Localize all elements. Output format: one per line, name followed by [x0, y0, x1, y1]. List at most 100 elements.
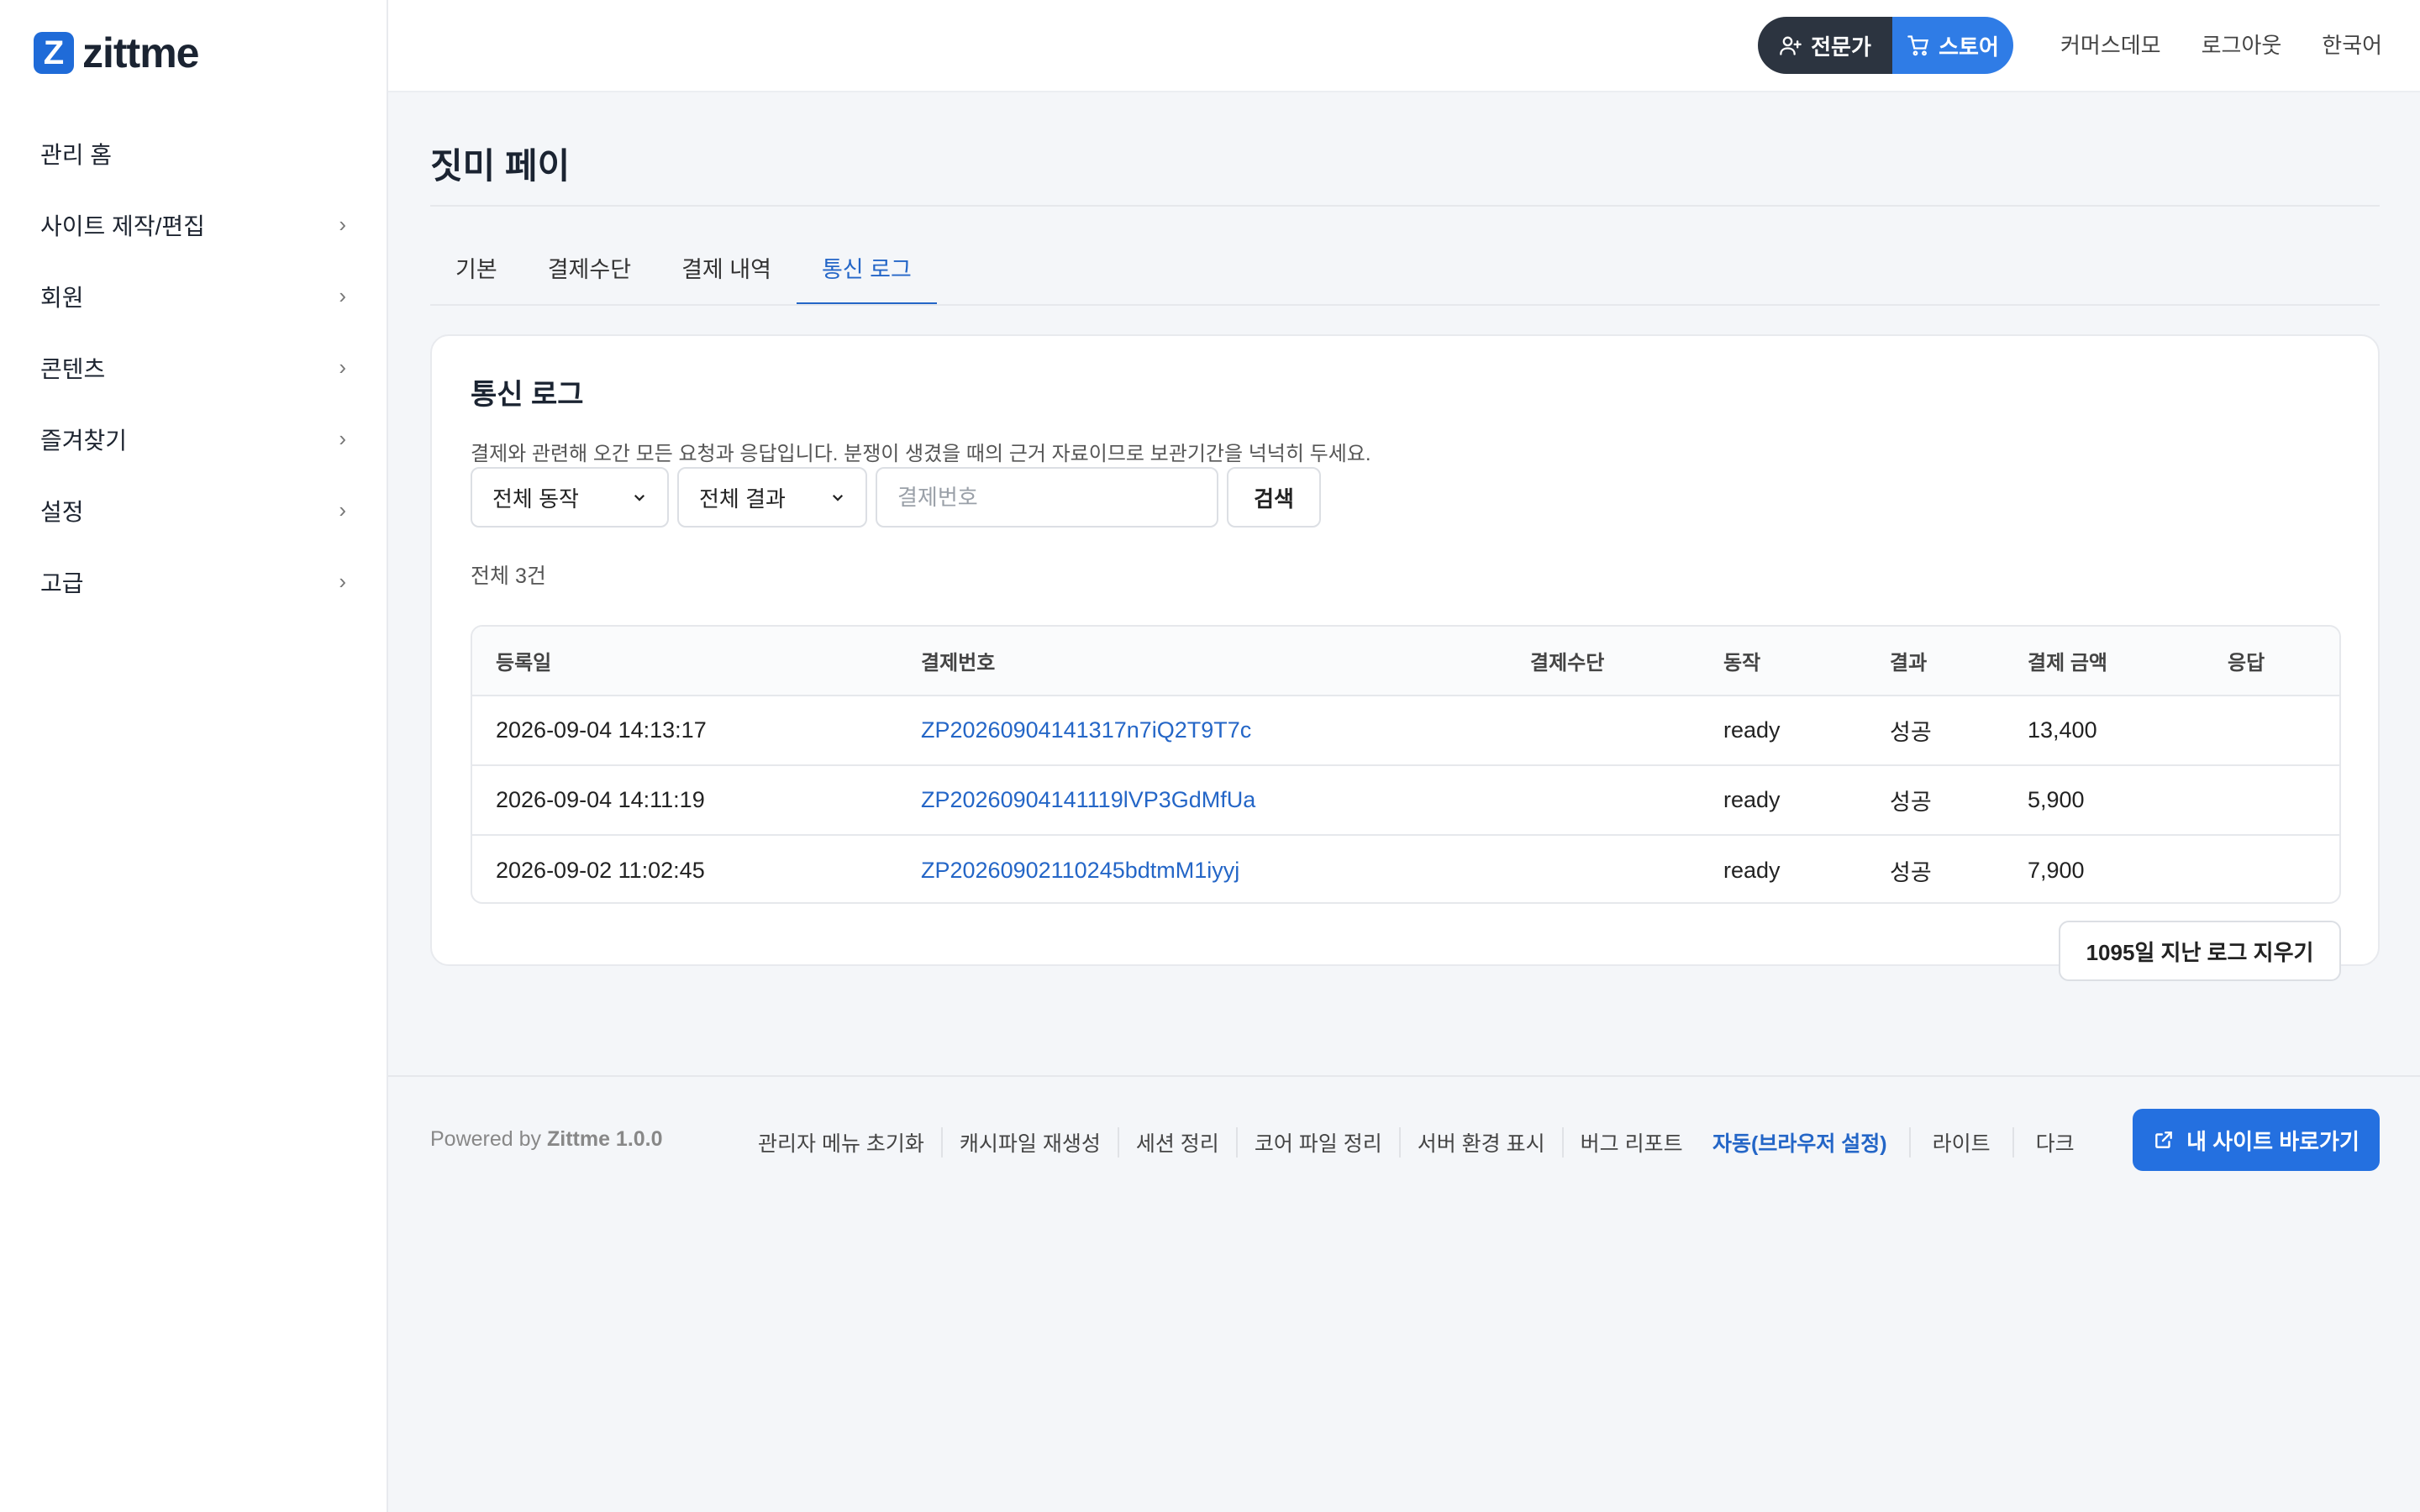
payment-id-link[interactable]: ZP20260904141317n7iQ2T9T7c: [921, 717, 1251, 743]
divider: [430, 205, 2380, 207]
divider: [430, 304, 2380, 306]
cell-response: [2204, 835, 2339, 902]
footer: Powered by Zittme 1.0.0 관리자 메뉴 초기화 캐시파일 …: [430, 1105, 2380, 1173]
sidebar-item-label: 콘텐츠: [40, 355, 106, 382]
log-table: 등록일 결제번호 결제수단 동작 결과 결제 금액 응답 2026-09-04 …: [471, 625, 2341, 904]
cell-action: ready: [1723, 787, 1781, 812]
sidebar-item-site-builder[interactable]: 사이트 제작/편집 ›: [0, 189, 387, 260]
action-filter-select[interactable]: 전체 동작: [471, 467, 669, 528]
page-title: 짓미 페이: [430, 146, 571, 186]
sidebar-item-admin-home[interactable]: 관리 홈: [0, 118, 387, 189]
log-card: 통신 로그 결제와 관련해 오간 모든 요청과 응답입니다. 분쟁이 생겼을 때…: [430, 334, 2380, 981]
user-plus-icon: [1779, 34, 1802, 57]
cart-icon: [1907, 34, 1930, 57]
cell-payment-id: ZP20260902110245bdtmM1iyyj: [897, 835, 1507, 902]
tab-basic[interactable]: 기본: [430, 249, 523, 306]
sidebar-nav: 관리 홈 사이트 제작/편집 › 회원 › 콘텐츠 › 즐겨찾기 › 설정 › …: [0, 118, 387, 617]
cell-date: 2026-09-04 14:11:19: [496, 787, 705, 812]
reset-admin-menu-link[interactable]: 관리자 메뉴 초기화: [741, 1127, 943, 1158]
sidebar-item-label: 설정: [40, 498, 84, 525]
store-label: 스토어: [1939, 34, 1999, 60]
card-description: 결제와 관련해 오간 모든 요청과 응답입니다. 분쟁이 생겼을 때의 근거 자…: [471, 443, 1371, 465]
result-filter-select[interactable]: 전체 결과: [677, 467, 867, 528]
sidebar-item-content[interactable]: 콘텐츠 ›: [0, 332, 387, 403]
bug-report-link[interactable]: 버그 리포트: [1564, 1127, 1700, 1158]
tab-communication-log[interactable]: 통신 로그: [796, 249, 937, 306]
role-switch: 전문가 스토어: [1758, 17, 2013, 74]
commerce-demo-link[interactable]: 커머스데모: [2060, 29, 2161, 60]
cell-amount: 5,900: [2028, 787, 2085, 812]
external-link-icon: [2153, 1129, 2175, 1151]
cell-method: [1507, 765, 1700, 835]
store-mode-button[interactable]: 스토어: [1892, 17, 2013, 74]
tab-bar: 기본 결제수단 결제 내역 통신 로그: [430, 249, 937, 306]
sidebar-item-label: 고급: [40, 570, 84, 596]
expert-mode-button[interactable]: 전문가: [1758, 17, 1892, 74]
sidebar-item-members[interactable]: 회원 ›: [0, 260, 387, 332]
sidebar-item-settings[interactable]: 설정 ›: [0, 475, 387, 546]
column-header-action[interactable]: 동작: [1700, 627, 1866, 696]
clean-core-files-link[interactable]: 코어 파일 정리: [1238, 1127, 1401, 1158]
theme-light-option[interactable]: 라이트: [1911, 1127, 2014, 1158]
cell-response: [2204, 696, 2339, 765]
chevron-right-icon: ›: [339, 354, 346, 380]
visit-button-label: 내 사이트 바로가기: [2186, 1128, 2360, 1154]
column-header-method[interactable]: 결제수단: [1507, 627, 1700, 696]
chevron-down-icon: [830, 490, 845, 505]
column-header-date[interactable]: 등록일: [472, 627, 897, 696]
filter-bar: 전체 동작 전체 결과 검색: [471, 467, 1321, 528]
theme-auto-option[interactable]: 자동(브라우저 설정): [1691, 1127, 1911, 1158]
table-header-row: 등록일 결제번호 결제수단 동작 결과 결제 금액 응답: [472, 627, 2339, 696]
theme-dark-option[interactable]: 다크: [2014, 1127, 2096, 1158]
payment-id-link[interactable]: ZP20260902110245bdtmM1iyyj: [921, 858, 1239, 883]
chevron-right-icon: ›: [339, 283, 346, 308]
card-title: 통신 로그: [471, 379, 584, 411]
clean-sessions-link[interactable]: 세션 정리: [1119, 1127, 1238, 1158]
visit-my-site-button[interactable]: 내 사이트 바로가기: [2133, 1109, 2380, 1171]
column-header-amount[interactable]: 결제 금액: [2004, 627, 2204, 696]
logo-mark-icon: Z: [34, 32, 74, 74]
cell-method: [1507, 696, 1700, 765]
chevron-right-icon: ›: [339, 212, 346, 237]
sidebar: Z zittme 관리 홈 사이트 제작/편집 › 회원 › 콘텐츠 › 즐겨찾…: [0, 0, 388, 1512]
table-row: 2026-09-04 14:13:17 ZP20260904141317n7iQ…: [472, 696, 2339, 765]
powered-brand[interactable]: Zittme 1.0.0: [547, 1127, 663, 1151]
cell-action: ready: [1723, 857, 1781, 883]
sidebar-item-label: 회원: [40, 284, 84, 311]
tab-payment-history[interactable]: 결제 내역: [656, 249, 797, 306]
cell-action: ready: [1723, 717, 1781, 743]
chevron-right-icon: ›: [339, 497, 346, 522]
payment-id-link[interactable]: ZP20260904141119lVP3GdMfUa: [921, 787, 1255, 812]
tab-payment-methods[interactable]: 결제수단: [523, 249, 656, 306]
logo[interactable]: Z zittme: [34, 29, 199, 77]
payment-id-search-input[interactable]: [876, 467, 1218, 528]
footer-links: 관리자 메뉴 초기화 캐시파일 재생성 세션 정리 코어 파일 정리 서버 환경…: [741, 1127, 1700, 1158]
column-header-response[interactable]: 응답: [2204, 627, 2339, 696]
cell-payment-id: ZP20260904141119lVP3GdMfUa: [897, 765, 1507, 835]
table-row: 2026-09-02 11:02:45 ZP20260902110245bdtm…: [472, 835, 2339, 902]
cell-date: 2026-09-04 14:13:17: [496, 717, 707, 743]
top-links: 커머스데모 로그아웃 한국어: [2060, 29, 2382, 60]
cell-amount: 13,400: [2028, 717, 2097, 743]
show-server-env-link[interactable]: 서버 환경 표시: [1401, 1127, 1564, 1158]
cell-amount: 7,900: [2028, 857, 2085, 883]
cell-payment-id: ZP20260904141317n7iQ2T9T7c: [897, 696, 1507, 765]
sidebar-item-favorites[interactable]: 즐겨찾기 ›: [0, 403, 387, 475]
table-row: 2026-09-04 14:11:19 ZP20260904141119lVP3…: [472, 765, 2339, 835]
column-header-result[interactable]: 결과: [1866, 627, 2004, 696]
logout-link[interactable]: 로그아웃: [2202, 29, 2282, 60]
language-link[interactable]: 한국어: [2322, 29, 2382, 60]
theme-selector: 자동(브라우저 설정) 라이트 다크: [1691, 1127, 2096, 1158]
action-filter-value: 전체 동작: [492, 486, 579, 512]
logo-text: zittme: [82, 29, 199, 76]
regenerate-cache-link[interactable]: 캐시파일 재생성: [943, 1127, 1119, 1158]
search-button[interactable]: 검색: [1227, 467, 1321, 528]
sidebar-item-advanced[interactable]: 고급 ›: [0, 546, 387, 617]
sidebar-item-label: 사이트 제작/편집: [40, 213, 205, 239]
expert-label: 전문가: [1811, 34, 1871, 60]
footer-divider: [388, 1075, 2420, 1077]
topbar: 전문가 스토어 커머스데모 로그아웃 한국어: [388, 0, 2420, 92]
sidebar-item-label: 관리 홈: [40, 141, 113, 168]
clear-old-logs-button[interactable]: 1095일 지난 로그 지우기: [2059, 921, 2341, 981]
column-header-payment-id[interactable]: 결제번호: [897, 627, 1507, 696]
